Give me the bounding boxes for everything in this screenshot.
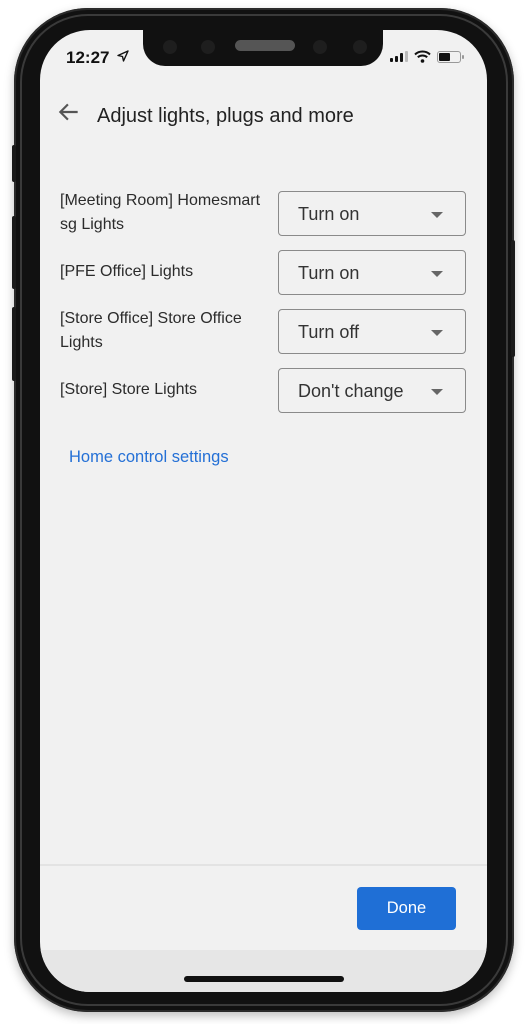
dropdown-value: Turn off xyxy=(298,322,360,342)
action-dropdown[interactable]: Turn on xyxy=(278,250,466,295)
earpiece-speaker xyxy=(235,40,295,51)
app-bar: Adjust lights, plugs and more xyxy=(40,85,487,141)
device-label: [Meeting Room] Homesmart sg Lights xyxy=(60,192,261,233)
device-label: [Store] Store Lights xyxy=(60,381,197,398)
device-row: [Store Office] Store Office Lights Turn … xyxy=(40,309,487,356)
cellular-signal-icon xyxy=(390,51,408,62)
action-dropdown[interactable]: Turn on xyxy=(278,191,466,236)
location-arrow-icon xyxy=(117,50,129,62)
caret-down-icon xyxy=(431,212,443,218)
caret-down-icon xyxy=(431,330,443,336)
device-row: [Meeting Room] Homesmart sg Lights Turn … xyxy=(40,191,487,238)
side-button-volume-up xyxy=(12,216,16,289)
device-row: [PFE Office] Lights Turn on xyxy=(40,250,487,297)
arrow-left-icon[interactable] xyxy=(56,99,82,125)
sensor-dot xyxy=(353,40,367,54)
side-button-volume-down xyxy=(12,307,16,381)
caret-down-icon xyxy=(431,271,443,277)
gesture-bar xyxy=(40,950,487,992)
status-time: 12:27 xyxy=(66,48,110,67)
side-button-power xyxy=(511,240,515,357)
screen: 12:27 Adjust lights, plugs and more [Mee… xyxy=(40,30,487,992)
status-icons xyxy=(390,50,464,63)
battery-icon xyxy=(437,50,464,63)
action-dropdown[interactable]: Turn off xyxy=(278,309,466,354)
wifi-icon xyxy=(414,50,431,63)
device-label: [Store Office] Store Office Lights xyxy=(60,310,242,351)
device-label: [PFE Office] Lights xyxy=(60,263,194,280)
sensor-dot xyxy=(163,40,177,54)
action-dropdown[interactable]: Don't change xyxy=(278,368,466,413)
dropdown-value: Turn on xyxy=(298,263,360,283)
dropdown-value: Turn on xyxy=(298,204,360,224)
home-indicator[interactable] xyxy=(184,976,344,982)
device-row: [Store] Store Lights Don't change xyxy=(40,368,487,415)
side-button-silent xyxy=(12,145,16,182)
sensor-dot xyxy=(201,40,215,54)
home-control-settings-link[interactable]: Home control settings xyxy=(69,448,229,467)
done-button[interactable]: Done xyxy=(357,887,456,930)
camera-dot xyxy=(313,40,327,54)
page-title: Adjust lights, plugs and more xyxy=(97,105,354,127)
footer-divider xyxy=(40,864,487,866)
dropdown-value: Don't change xyxy=(298,381,404,401)
caret-down-icon xyxy=(431,389,443,395)
notch xyxy=(143,30,383,66)
